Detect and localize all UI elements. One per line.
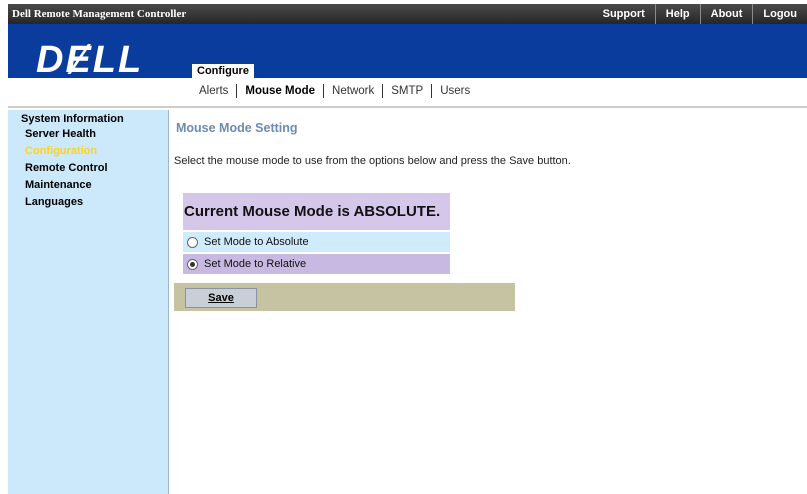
current-mode-status: Current Mouse Mode is ABSOLUTE. [183, 193, 450, 230]
top-title-bar: Dell Remote Management Controller Suppor… [8, 4, 807, 24]
option-relative[interactable]: Set Mode to Relative [183, 252, 450, 274]
tab-configure[interactable]: Configure [192, 64, 254, 78]
divider [8, 106, 807, 108]
top-links: Support Help About Logou [593, 4, 807, 24]
sub-navigation: Alerts Mouse Mode Network SMTP Users [8, 78, 807, 108]
sidebar-item-maintenance[interactable]: Maintenance [25, 178, 168, 193]
tab-smtp[interactable]: SMTP [382, 84, 431, 98]
main-content: Mouse Mode Setting Select the mouse mode… [169, 110, 807, 494]
tab-users[interactable]: Users [431, 84, 478, 98]
option-absolute-label: Set Mode to Absolute [204, 236, 309, 248]
instructions-text: Select the mouse mode to use from the op… [174, 155, 571, 167]
tab-mouse-mode[interactable]: Mouse Mode [236, 84, 323, 98]
option-absolute[interactable]: Set Mode to Absolute [183, 230, 450, 252]
dell-logo: DɆLL [36, 39, 144, 81]
app-title: Dell Remote Management Controller [12, 8, 187, 20]
sidebar: System Information Server Health Configu… [8, 110, 169, 494]
logout-link[interactable]: Logou [752, 4, 807, 24]
about-link[interactable]: About [699, 4, 753, 24]
option-relative-label: Set Mode to Relative [204, 258, 307, 270]
sidebar-item-remote-control[interactable]: Remote Control [25, 161, 168, 176]
sidebar-item-server-health[interactable]: Server Health [25, 127, 168, 142]
sidebar-item-languages[interactable]: Languages [25, 195, 168, 210]
page-title: Mouse Mode Setting [176, 121, 298, 135]
save-button[interactable]: Save [185, 288, 257, 308]
sidebar-head-system-information[interactable]: System Information [21, 113, 168, 125]
help-link[interactable]: Help [654, 4, 700, 24]
tab-network[interactable]: Network [323, 84, 382, 98]
mouse-mode-panel: Current Mouse Mode is ABSOLUTE. Set Mode… [183, 193, 450, 274]
save-bar: Save [174, 283, 515, 311]
support-link[interactable]: Support [593, 4, 655, 24]
radio-relative[interactable] [187, 258, 198, 270]
sidebar-item-configuration[interactable]: Configuration [25, 144, 168, 159]
tab-alerts[interactable]: Alerts [191, 84, 236, 98]
radio-absolute[interactable] [187, 236, 198, 248]
